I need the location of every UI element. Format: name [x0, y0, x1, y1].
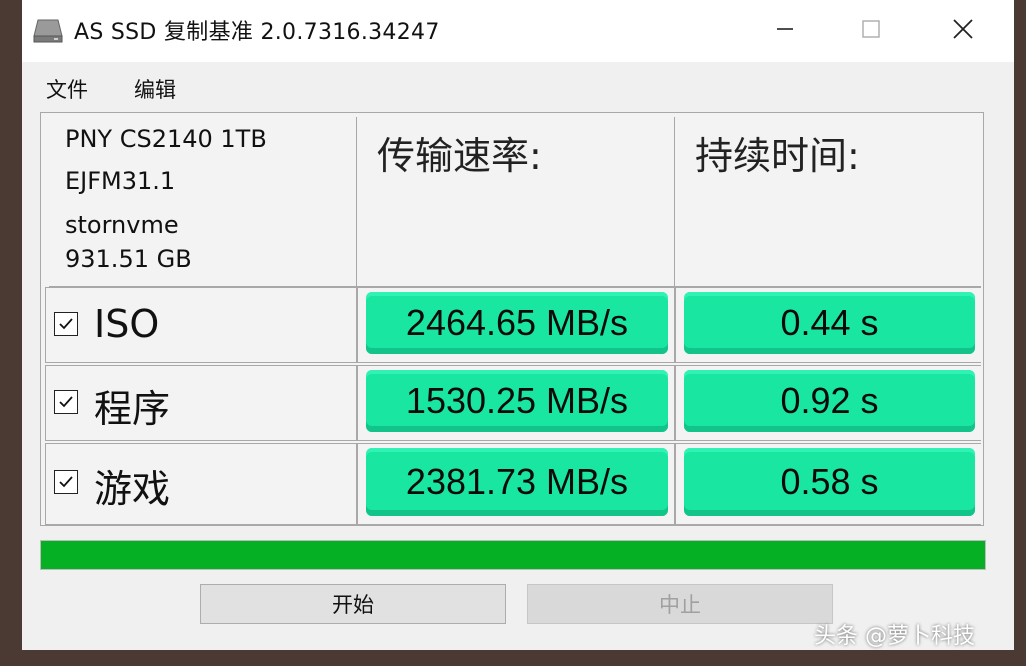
background-frame-left — [0, 0, 22, 666]
iso-checkbox[interactable] — [54, 312, 78, 336]
maximize-button[interactable] — [848, 8, 894, 54]
time-header-cell: 持续时间: — [675, 117, 981, 287]
background-frame-right — [1014, 0, 1026, 666]
drive-info-panel: PNY CS2140 1TB EJFM31.1 stornvme 931.51 … — [49, 117, 357, 287]
row-label-iso: ISO — [45, 287, 357, 363]
speed-header: 传输速率: — [377, 134, 542, 178]
row-label-program: 程序 — [45, 365, 357, 441]
menu-edit[interactable]: 编辑 — [134, 74, 176, 104]
speed-header-cell: 传输速率: — [357, 117, 675, 287]
row-name-program: 程序 — [94, 387, 171, 431]
program-time-cell: 0.92 s — [675, 365, 981, 441]
results-grid: PNY CS2140 1TB EJFM31.1 stornvme 931.51 … — [40, 112, 984, 526]
checkmark-icon — [59, 318, 73, 330]
watermark-text: 头条 @萝卜科技 — [814, 624, 975, 649]
iso-time-cell: 0.44 s — [675, 287, 981, 363]
maximize-icon — [861, 19, 881, 43]
game-time-result: 0.58 s — [684, 448, 975, 516]
background-frame-bottom — [0, 650, 1026, 666]
close-button[interactable] — [940, 8, 986, 54]
game-checkbox[interactable] — [54, 470, 78, 494]
window-title: AS SSD 复制基准 2.0.7316.34247 — [74, 20, 440, 45]
minimize-icon — [775, 19, 795, 43]
row-name-iso: ISO — [94, 302, 160, 346]
drive-driver: stornvme — [65, 211, 179, 239]
game-speed-result: 2381.73 MB/s — [366, 448, 668, 516]
program-time-result: 0.92 s — [684, 370, 975, 432]
iso-speed-result: 2464.65 MB/s — [366, 292, 668, 354]
row-name-game: 游戏 — [94, 467, 171, 511]
program-speed-cell: 1530.25 MB/s — [357, 365, 675, 441]
progress-bar-fill — [41, 541, 985, 569]
title-bar: AS SSD 复制基准 2.0.7316.34247 — [22, 0, 1014, 62]
drive-capacity: 931.51 GB — [65, 245, 192, 273]
menu-file[interactable]: 文件 — [46, 74, 88, 104]
drive-firmware: EJFM31.1 — [65, 167, 176, 195]
iso-time-result: 0.44 s — [684, 292, 975, 354]
app-window: AS SSD 复制基准 2.0.7316.34247 文件 编辑 PNY CS2… — [22, 0, 1014, 650]
start-button[interactable]: 开始 — [200, 584, 506, 624]
row-label-game: 游戏 — [45, 443, 357, 525]
minimize-button[interactable] — [762, 8, 808, 54]
stop-button[interactable]: 中止 — [527, 584, 833, 624]
progress-bar — [40, 540, 986, 570]
checkmark-icon — [59, 396, 73, 408]
game-time-cell: 0.58 s — [675, 443, 981, 525]
iso-speed-cell: 2464.65 MB/s — [357, 287, 675, 363]
program-speed-result: 1530.25 MB/s — [366, 370, 668, 432]
program-checkbox[interactable] — [54, 390, 78, 414]
menu-bar: 文件 编辑 — [22, 62, 1014, 108]
game-speed-cell: 2381.73 MB/s — [357, 443, 675, 525]
drive-icon — [32, 18, 64, 44]
close-icon — [951, 17, 975, 45]
drive-model: PNY CS2140 1TB — [65, 125, 267, 153]
checkmark-icon — [59, 476, 73, 488]
time-header: 持续时间: — [695, 134, 860, 178]
